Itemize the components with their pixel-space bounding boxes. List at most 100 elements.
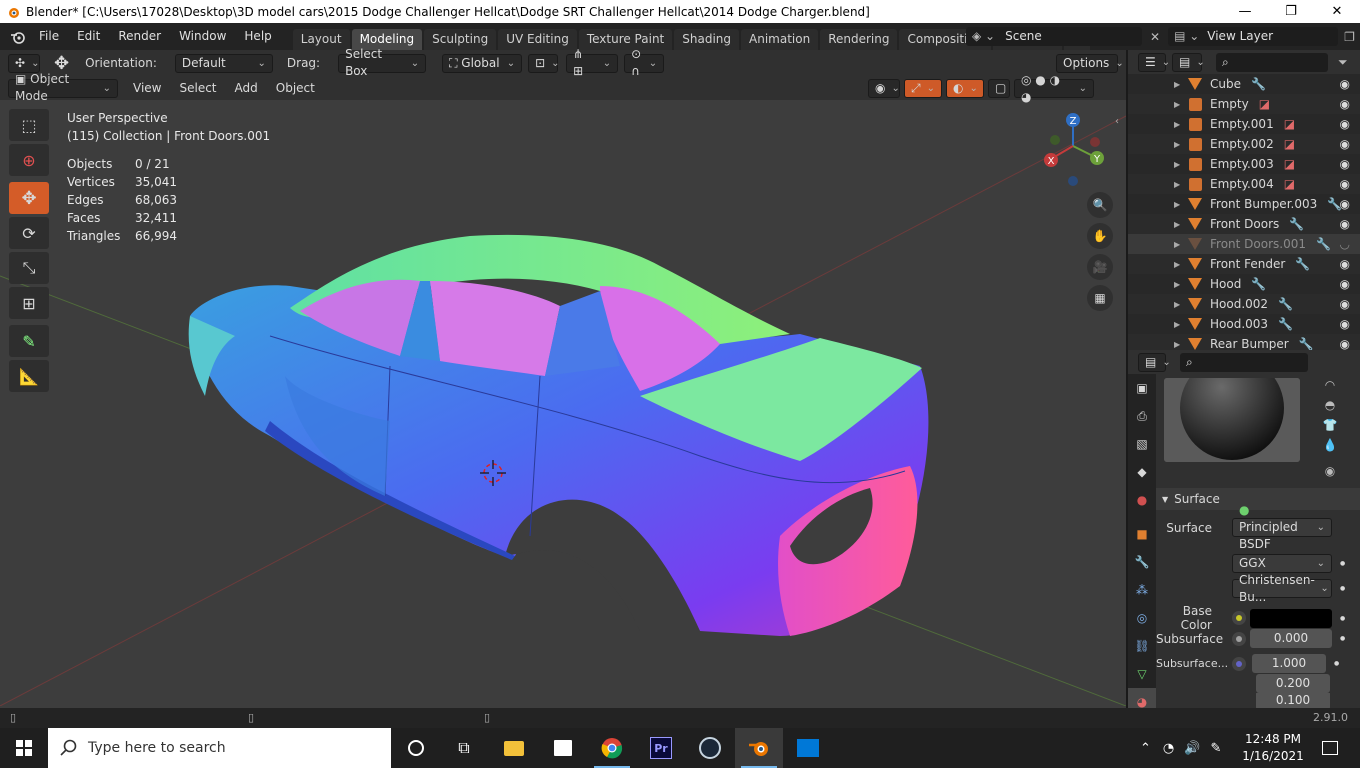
network-icon[interactable]: ◔ [1163, 741, 1174, 756]
modifier-wrench-icon[interactable]: 🔧 [1289, 217, 1304, 231]
outliner-row[interactable]: ▶ Cube 🔧 ◉ [1128, 74, 1360, 94]
empty-object-icon[interactable] [1188, 177, 1202, 191]
mesh-object-icon[interactable] [1188, 317, 1202, 331]
pan-button[interactable]: ✋ [1087, 223, 1113, 249]
display-mode-dropdown[interactable]: ▤ [1172, 52, 1202, 72]
transform-tool[interactable]: ⊞ [9, 287, 49, 319]
overlays-toggle[interactable]: ◐ [946, 79, 984, 98]
blender-taskbar-button[interactable] [735, 728, 783, 768]
eye-closed-icon[interactable]: ◡ [1340, 237, 1350, 251]
proportional-editing-dropdown[interactable]: ⊙ ∩ [624, 47, 665, 78]
tab-rendering[interactable]: Rendering [820, 29, 898, 50]
eye-icon[interactable]: ◉ [1340, 177, 1350, 191]
tab-object[interactable]: ■ [1128, 520, 1156, 548]
collapse-sidebar-icon[interactable]: ‹ [1115, 116, 1119, 127]
camera-view-button[interactable]: 🎥 [1087, 254, 1113, 280]
expand-arrow-icon[interactable]: ▶ [1174, 160, 1184, 169]
menu-render[interactable]: Render [109, 23, 170, 50]
vector-socket-icon[interactable] [1232, 656, 1246, 671]
eye-icon[interactable]: ◉ [1340, 97, 1350, 111]
xray-toggle[interactable]: ▢ [988, 79, 1010, 98]
view-layer-selector[interactable]: ▤ ⌄ View Layer [1168, 27, 1339, 46]
empty-data-icon[interactable]: ◪ [1284, 137, 1295, 151]
mesh-object-icon[interactable] [1188, 237, 1202, 251]
menu-edit[interactable]: Edit [68, 23, 109, 50]
eye-icon[interactable]: ◉ [1340, 197, 1350, 211]
tab-sculpting[interactable]: Sculpting [424, 29, 497, 50]
menu-window[interactable]: Window [170, 23, 235, 50]
color-socket-icon[interactable] [1232, 611, 1246, 625]
clock[interactable]: 12:48 PM 1/16/2021 [1240, 731, 1306, 765]
base-color-swatch[interactable] [1250, 608, 1332, 628]
tab-data[interactable]: ▽ [1128, 660, 1156, 688]
tab-scene[interactable]: ◆ [1128, 458, 1156, 486]
subsurface-radius-y[interactable]: 0.200 [1256, 674, 1330, 693]
keyframe-dot-icon[interactable]: ● [1340, 560, 1345, 567]
outliner-row[interactable]: ▶ Empty.004 ◪ ◉ [1128, 174, 1360, 194]
empty-data-icon[interactable]: ◪ [1284, 177, 1295, 191]
menu-help[interactable]: Help [235, 23, 280, 50]
outliner-row[interactable]: ▶ Empty.003 ◪ ◉ [1128, 154, 1360, 174]
rotate-tool[interactable]: ⟳ [9, 217, 49, 249]
scale-tool[interactable]: ⤡ [9, 252, 49, 284]
editor-type-dropdown[interactable]: ✣ [8, 53, 40, 73]
expand-arrow-icon[interactable]: ▶ [1174, 220, 1184, 229]
taskbar-search-box[interactable]: Type here to search [48, 728, 391, 768]
perspective-toggle-button[interactable]: ▦ [1087, 285, 1113, 311]
empty-object-icon[interactable] [1188, 157, 1202, 171]
cursor-tool[interactable]: ⊕ [9, 144, 49, 176]
outliner-row[interactable]: ▶ Empty.002 ◪ ◉ [1128, 134, 1360, 154]
outliner-editor-type[interactable]: ☰ [1138, 52, 1166, 72]
subsurface-radius-z[interactable]: 0.100 [1256, 693, 1330, 708]
steam-button[interactable] [686, 728, 734, 768]
outliner-row[interactable]: ▶ Empty.001 ◪ ◉ [1128, 114, 1360, 134]
keyframe-dot-icon[interactable]: ● [1334, 660, 1339, 667]
tab-particles[interactable]: ⁂ [1128, 576, 1156, 604]
outliner-row[interactable]: ▶ Front Fender 🔧 ◉ [1128, 254, 1360, 274]
premiere-button[interactable]: Pr [637, 728, 685, 768]
mesh-object-icon[interactable] [1188, 217, 1202, 231]
expand-arrow-icon[interactable]: ▶ [1174, 320, 1184, 329]
eye-icon[interactable]: ◉ [1340, 277, 1350, 291]
mesh-object-icon[interactable] [1188, 297, 1202, 311]
expand-arrow-icon[interactable]: ▶ [1174, 340, 1184, 349]
modifier-wrench-icon[interactable]: 🔧 [1251, 77, 1266, 91]
expand-arrow-icon[interactable]: ▶ [1174, 300, 1184, 309]
subsurface-value-field[interactable]: 0.000 [1250, 629, 1332, 648]
outliner-row[interactable]: ▶ Front Bumper.003 🔧 ◉ [1128, 194, 1360, 214]
snap-dropdown[interactable]: ⋔ ⊞ [566, 47, 619, 78]
volume-icon[interactable]: 🔊 [1184, 741, 1200, 756]
task-view-button[interactable]: ⧉ [440, 728, 488, 768]
delete-scene-icon[interactable]: ✕ [1150, 30, 1160, 44]
tab-constraints[interactable]: ⛓ [1128, 632, 1156, 660]
notification-button[interactable] [1310, 728, 1350, 768]
expand-arrow-icon[interactable]: ▶ [1174, 100, 1184, 109]
tab-animation[interactable]: Animation [741, 29, 819, 50]
keyframe-dot-icon[interactable]: ● [1340, 585, 1345, 592]
menu-view[interactable]: View [124, 75, 170, 102]
expand-arrow-icon[interactable]: ▶ [1174, 260, 1184, 269]
photos-button[interactable] [784, 728, 832, 768]
modifier-wrench-icon[interactable]: 🔧 [1251, 277, 1266, 291]
properties-editor-type[interactable]: ▤ [1138, 352, 1166, 372]
filter-icon[interactable]: ⏷ [1338, 55, 1348, 70]
tab-modifiers[interactable]: 🔧 [1128, 548, 1156, 576]
empty-object-icon[interactable] [1188, 97, 1202, 111]
eye-icon[interactable]: ◉ [1340, 77, 1350, 91]
expand-arrow-icon[interactable]: ▶ [1174, 200, 1184, 209]
outliner-row[interactable]: ▶ Empty ◪ ◉ [1128, 94, 1360, 114]
properties-search-input[interactable]: ⌕ [1180, 352, 1308, 372]
drag-dropdown[interactable]: Select Box [338, 47, 427, 78]
eye-icon[interactable]: ◉ [1340, 157, 1350, 171]
eye-icon[interactable]: ◉ [1340, 257, 1350, 271]
cortana-button[interactable] [392, 728, 440, 768]
tab-layout[interactable]: Layout [292, 29, 350, 50]
mesh-object-icon[interactable] [1188, 337, 1202, 350]
gizmo-toggle[interactable]: ⤢ [904, 79, 942, 98]
subsurface-radius-x[interactable]: 1.000 [1252, 654, 1326, 673]
mesh-object-icon[interactable] [1188, 257, 1202, 271]
subsurface-method-dropdown[interactable]: Christensen-Bu... [1232, 573, 1332, 604]
maximize-button[interactable]: ❐ [1268, 0, 1314, 23]
new-view-layer-icon[interactable]: ❐ [1344, 30, 1355, 44]
store-button[interactable] [539, 728, 587, 768]
